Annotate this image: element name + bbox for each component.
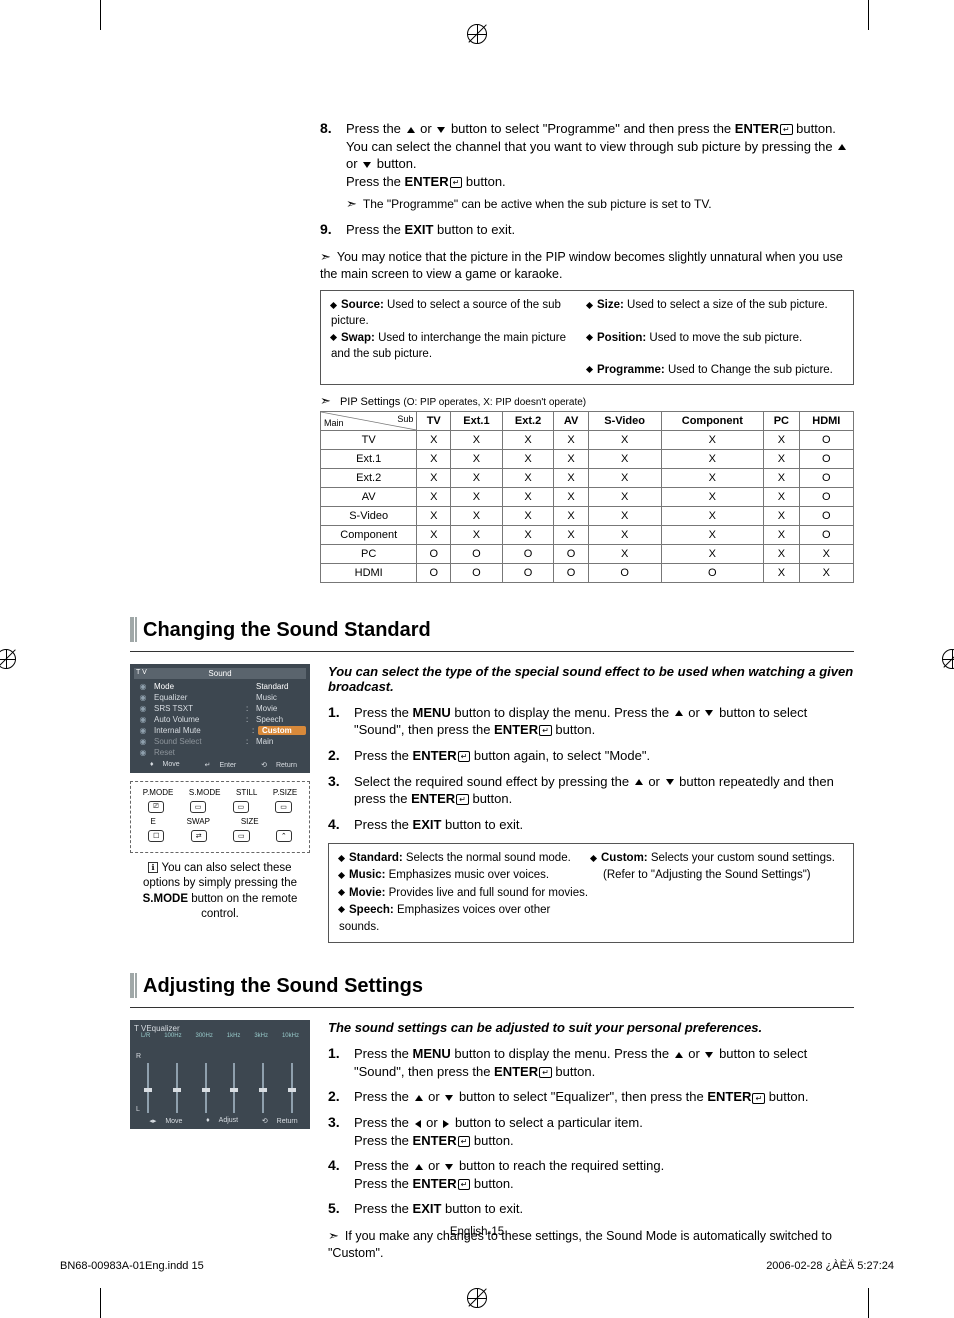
osd-sound-menu: T VSound ◉ModeStandard◉EqualizerMusic◉SR… xyxy=(130,664,310,773)
remote-control-detail: P.MODE S.MODE STILL P.SIZE ⎚ ▭ ▭ ▭ E SWA… xyxy=(130,781,310,853)
remote-btn: ▭ xyxy=(233,801,250,813)
step-num: 8. xyxy=(320,120,346,213)
note-arrow-icon xyxy=(346,194,357,213)
diamond-icon xyxy=(338,855,345,862)
remote-btn: ▭ xyxy=(190,801,207,813)
down-icon xyxy=(363,162,371,168)
diamond-icon xyxy=(338,872,345,879)
sound-mode-definitions: Standard: Selects the normal sound mode.… xyxy=(328,843,854,943)
pip-note: You may notice that the picture in the P… xyxy=(320,247,854,283)
enter-hint: ↵ Enter xyxy=(198,761,237,769)
return-hint: ⟲ Return xyxy=(255,1117,298,1125)
return-hint: ⟲ Return xyxy=(254,761,297,769)
section-changing-sound-standard: Changing the Sound Standard xyxy=(130,617,854,642)
pip-settings-table: MainSubTVExt.1Ext.2AVS-VideoComponentPCH… xyxy=(320,411,854,583)
remote-btn: ⇄ xyxy=(191,830,207,842)
smode-caption: ℹYou can also select these options by si… xyxy=(130,861,310,923)
footer-right: 2006-02-28 ¿ÀÈÄ 5:27:24 xyxy=(766,1260,894,1272)
step-8: 8. Press the or button to select "Progra… xyxy=(320,120,854,213)
step-num: 9. xyxy=(320,221,346,239)
osd-equalizer: T VEqualizer L/R100Hz300Hz1kHz3kHz10kHz … xyxy=(130,1020,310,1129)
down-icon xyxy=(437,127,445,133)
footer-left: BN68-00983A-01Eng.indd 15 xyxy=(60,1260,204,1272)
note-arrow-icon xyxy=(320,247,331,266)
enter-icon: ↵ xyxy=(780,124,793,135)
pip-functions-box: Source: Used to select a source of the s… xyxy=(320,290,854,384)
note-arrow-icon xyxy=(320,393,331,409)
enter-icon: ↵ xyxy=(450,177,463,188)
move-hint: ♦ Move xyxy=(143,761,180,769)
section2-intro: The sound settings can be adjusted to su… xyxy=(328,1020,854,1035)
diamond-icon xyxy=(330,302,337,309)
up-icon xyxy=(407,127,415,133)
diamond-icon xyxy=(586,302,593,309)
step-9: 9. Press the EXIT button to exit. xyxy=(320,221,854,239)
info-icon: ℹ xyxy=(148,862,157,873)
diamond-icon xyxy=(338,889,345,896)
diamond-icon xyxy=(590,855,597,862)
section-adjusting-sound-settings: Adjusting the Sound Settings xyxy=(130,973,854,998)
remote-btn: ▭ xyxy=(275,801,292,813)
remote-btn: ⌃ xyxy=(276,830,292,842)
up-icon xyxy=(838,144,846,150)
diamond-icon xyxy=(586,366,593,373)
diamond-icon xyxy=(586,334,593,341)
page-number: English-15 xyxy=(0,1226,954,1238)
remote-btn: ⎚ xyxy=(148,801,164,813)
diamond-icon xyxy=(330,334,337,341)
move-hint: ◂▸ Move xyxy=(142,1117,182,1125)
diamond-icon xyxy=(338,906,345,913)
adjust-hint: ♦ Adjust xyxy=(199,1117,238,1125)
section1-intro: You can select the type of the special s… xyxy=(328,664,854,694)
remote-btn: ☐ xyxy=(148,830,164,842)
remote-btn: ▭ xyxy=(233,830,250,842)
